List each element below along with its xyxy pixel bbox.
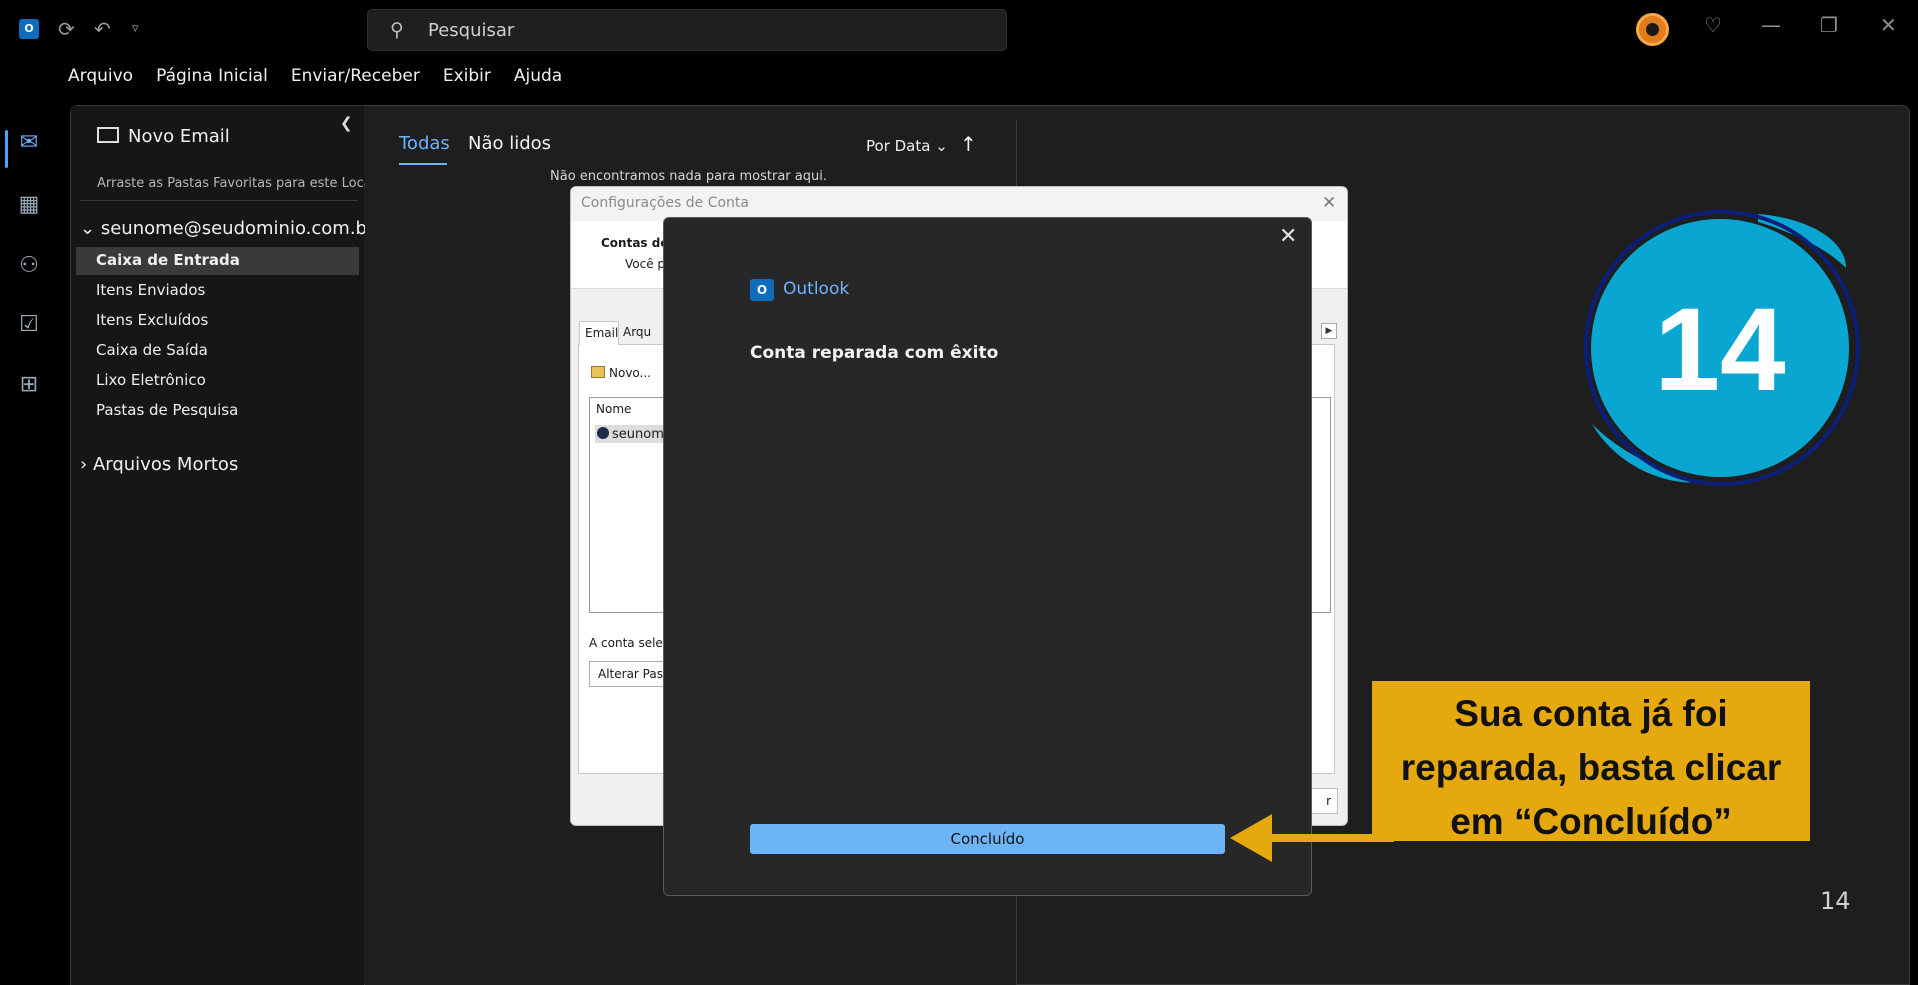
tab-active-indicator xyxy=(399,163,447,165)
account-label: seunome@seudominio.com.br xyxy=(100,218,375,239)
outlook-logo-icon: O xyxy=(19,19,39,39)
dialog-title: Configurações de Conta xyxy=(581,195,749,211)
sort-direction-icon[interactable]: ↑ xyxy=(960,132,977,156)
tab-scroll-right-icon[interactable]: ▶ xyxy=(1321,323,1337,339)
outlook-brand-label: Outlook xyxy=(783,279,850,299)
selected-account-label: A conta selec xyxy=(589,636,670,650)
restore-icon[interactable]: ❐ xyxy=(1820,13,1838,37)
new-email-button[interactable]: Novo Email xyxy=(97,126,230,147)
tasks-icon[interactable]: ☑ xyxy=(14,310,44,340)
archive-node[interactable]: › Arquivos Mortos xyxy=(80,454,238,475)
new-account-button[interactable]: Novo... xyxy=(591,365,651,380)
arrow-head xyxy=(1230,814,1272,862)
rail-active-indicator xyxy=(5,130,8,168)
new-mail-icon xyxy=(97,127,119,143)
favorites-hint: Arraste as Pastas Favoritas para este Lo… xyxy=(97,176,376,191)
callout-line: em “Concluído” xyxy=(1450,801,1732,842)
dialog-title-bar: Configurações de Conta ✕ xyxy=(571,187,1347,221)
apps-icon[interactable]: ⊞ xyxy=(14,370,44,400)
callout-line: reparada, basta clicar xyxy=(1400,747,1782,788)
outlook-logo-icon: O xyxy=(750,279,774,301)
default-account-icon xyxy=(597,427,609,439)
folder-search[interactable]: Pastas de Pesquisa xyxy=(96,401,238,419)
empty-list-message: Não encontramos nada para mostrar aqui. xyxy=(550,169,827,184)
list-item[interactable]: seunom xyxy=(595,425,666,443)
chevron-down-icon: ⌄ xyxy=(935,137,948,155)
undo-icon[interactable]: ↶ xyxy=(94,16,111,42)
title-bar: O ⟳ ↶ ▿ ⚲ ♡ — ❐ ✕ xyxy=(0,0,1918,58)
account-row-label: seunom xyxy=(612,427,664,442)
people-icon[interactable]: ⚇ xyxy=(14,251,44,281)
menu-file[interactable]: Arquivo xyxy=(68,66,133,94)
mail-icon[interactable]: ✉ xyxy=(14,128,44,158)
close-icon[interactable]: ✕ xyxy=(1880,13,1897,37)
search-input[interactable] xyxy=(428,18,988,42)
menu-send-receive[interactable]: Enviar/Receber xyxy=(291,66,420,94)
tab-unread[interactable]: Não lidos xyxy=(468,133,551,154)
callout-arrow xyxy=(1230,814,1394,862)
menu-bar: Arquivo Página Inicial Enviar/Receber Ex… xyxy=(68,66,585,94)
repair-dialog xyxy=(663,217,1312,896)
menu-help[interactable]: Ajuda xyxy=(514,66,562,94)
callout-text: Sua conta já foi reparada, basta clicar … xyxy=(1372,687,1810,849)
tab-data-files[interactable]: Arqu xyxy=(623,325,651,339)
folder-inbox[interactable]: Caixa de Entrada xyxy=(96,251,240,269)
folder-junk[interactable]: Lixo Eletrônico xyxy=(96,371,206,389)
account-node[interactable]: ⌄ seunome@seudominio.com.br xyxy=(80,218,374,239)
search-icon: ⚲ xyxy=(390,19,404,41)
chevron-down-icon: ⌄ xyxy=(80,218,96,239)
customize-icon[interactable]: ▿ xyxy=(132,16,139,42)
collapse-pane-icon[interactable]: ❮ xyxy=(340,114,353,132)
folder-sent[interactable]: Itens Enviados xyxy=(96,281,205,299)
callout-line: Sua conta já foi xyxy=(1454,693,1728,734)
new-account-icon xyxy=(591,366,605,378)
calendar-icon[interactable]: ▦ xyxy=(14,190,44,220)
arrow-shaft xyxy=(1264,834,1394,842)
sort-dropdown[interactable]: Por Data ⌄ xyxy=(866,137,948,155)
dialog-heading: Contas de xyxy=(601,236,669,250)
done-button[interactable]: Concluído xyxy=(750,824,1225,854)
new-email-label: Novo Email xyxy=(128,126,230,147)
dialog-subtext: Você p xyxy=(625,257,666,271)
column-header-name[interactable]: Nome xyxy=(596,402,631,416)
page-number: 14 xyxy=(1820,887,1851,915)
close-icon[interactable]: ✕ xyxy=(1322,193,1336,213)
search-box[interactable]: ⚲ xyxy=(367,9,1007,51)
chevron-right-icon: › xyxy=(80,454,88,475)
tab-all[interactable]: Todas xyxy=(399,133,450,154)
app-rail: ✉ ▦ ⚇ ☑ ⊞ xyxy=(0,58,58,985)
avatar[interactable] xyxy=(1636,13,1669,46)
step-badge: 14 xyxy=(1584,210,1860,486)
close-icon[interactable]: ✕ xyxy=(1279,224,1297,249)
sync-icon[interactable]: ⟳ xyxy=(58,16,75,42)
lightbulb-icon[interactable]: ♡ xyxy=(1704,13,1722,37)
folder-deleted[interactable]: Itens Excluídos xyxy=(96,311,208,329)
minimize-icon[interactable]: — xyxy=(1761,13,1781,37)
success-message: Conta reparada com êxito xyxy=(750,343,999,363)
archive-label: Arquivos Mortos xyxy=(92,454,239,475)
folder-outbox[interactable]: Caixa de Saída xyxy=(96,341,208,359)
menu-home[interactable]: Página Inicial xyxy=(156,66,268,94)
step-number: 14 xyxy=(1654,284,1785,416)
menu-view[interactable]: Exibir xyxy=(443,66,491,94)
new-account-label: Novo... xyxy=(609,366,651,380)
sort-label: Por Data xyxy=(866,137,931,155)
divider xyxy=(80,200,358,201)
tab-email[interactable]: Email xyxy=(579,321,619,345)
